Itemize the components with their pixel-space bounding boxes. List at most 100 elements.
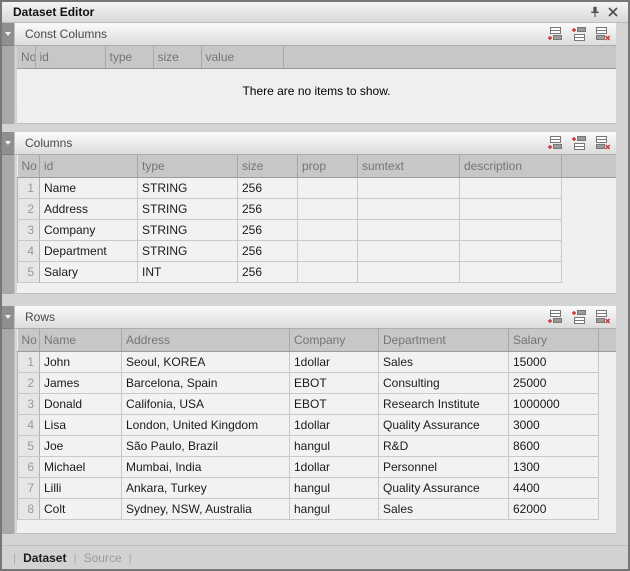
cell[interactable]: 8600 (509, 435, 599, 456)
column-header[interactable]: sumtext (358, 155, 460, 177)
cell[interactable] (358, 240, 460, 261)
cell[interactable]: Lisa (40, 414, 122, 435)
cell[interactable] (460, 198, 562, 219)
cell[interactable]: EBOT (290, 372, 379, 393)
cell[interactable] (298, 240, 358, 261)
tab-source[interactable]: Source (84, 551, 122, 565)
cell[interactable]: Seoul, KOREA (122, 351, 290, 372)
column-header[interactable]: Company (290, 329, 379, 351)
cell[interactable]: 256 (238, 177, 298, 198)
insert-row-button[interactable] (569, 135, 588, 152)
cell[interactable]: Personnel (379, 456, 509, 477)
cell[interactable]: Ankara, Turkey (122, 477, 290, 498)
cell[interactable]: John (40, 351, 122, 372)
cell[interactable]: Quality Assurance (379, 477, 509, 498)
cell[interactable]: Address (40, 198, 138, 219)
cell[interactable]: STRING (138, 240, 238, 261)
cell[interactable]: Salary (40, 261, 138, 282)
column-header[interactable]: Name (40, 329, 122, 351)
close-icon[interactable] (604, 4, 622, 20)
column-header[interactable]: size (153, 46, 201, 68)
cell[interactable]: Research Institute (379, 393, 509, 414)
row-number[interactable]: 7 (18, 477, 40, 498)
cell[interactable]: São Paulo, Brazil (122, 435, 290, 456)
cell[interactable]: hangul (290, 498, 379, 519)
cell[interactable]: 256 (238, 261, 298, 282)
cell[interactable]: R&D (379, 435, 509, 456)
column-header[interactable]: id (40, 155, 138, 177)
cell[interactable]: Michael (40, 456, 122, 477)
row-number[interactable]: 5 (18, 435, 40, 456)
delete-row-button[interactable] (593, 309, 612, 326)
cell[interactable] (298, 219, 358, 240)
column-header[interactable]: No (17, 46, 35, 68)
cell[interactable]: STRING (138, 198, 238, 219)
cell[interactable]: Colt (40, 498, 122, 519)
cell[interactable]: 62000 (509, 498, 599, 519)
cell[interactable]: Name (40, 177, 138, 198)
collapse-section-button[interactable] (2, 23, 14, 46)
delete-row-button[interactable] (593, 26, 612, 43)
cell[interactable]: 15000 (509, 351, 599, 372)
cell[interactable]: hangul (290, 435, 379, 456)
cell[interactable] (460, 240, 562, 261)
column-header[interactable]: Department (379, 329, 509, 351)
cell[interactable]: Company (40, 219, 138, 240)
collapse-section-button[interactable] (2, 132, 14, 155)
insert-row-button[interactable] (569, 309, 588, 326)
add-row-button[interactable] (545, 309, 564, 326)
cell[interactable]: Department (40, 240, 138, 261)
column-header[interactable]: No (18, 155, 40, 177)
cell[interactable]: 25000 (509, 372, 599, 393)
row-number[interactable]: 3 (18, 219, 40, 240)
row-number[interactable]: 6 (18, 456, 40, 477)
cell[interactable] (358, 261, 460, 282)
cell[interactable] (358, 219, 460, 240)
pin-icon[interactable] (586, 4, 604, 20)
add-row-button[interactable] (545, 26, 564, 43)
cell[interactable]: STRING (138, 177, 238, 198)
tab-dataset[interactable]: Dataset (23, 551, 66, 565)
column-header[interactable]: type (138, 155, 238, 177)
cell[interactable]: 1dollar (290, 456, 379, 477)
cell[interactable]: 256 (238, 240, 298, 261)
cell[interactable]: 1000000 (509, 393, 599, 414)
row-number[interactable]: 1 (18, 351, 40, 372)
row-number[interactable]: 2 (18, 372, 40, 393)
cell[interactable] (460, 219, 562, 240)
delete-row-button[interactable] (593, 135, 612, 152)
row-number[interactable]: 4 (18, 240, 40, 261)
cell[interactable]: James (40, 372, 122, 393)
column-header[interactable]: description (460, 155, 562, 177)
cell[interactable]: Califonia, USA (122, 393, 290, 414)
row-number[interactable]: 3 (18, 393, 40, 414)
column-header[interactable]: No (18, 329, 40, 351)
cell[interactable]: Donald (40, 393, 122, 414)
cell[interactable] (298, 261, 358, 282)
cell[interactable]: Joe (40, 435, 122, 456)
collapse-section-button[interactable] (2, 306, 14, 329)
cell[interactable]: Barcelona, Spain (122, 372, 290, 393)
cell[interactable]: 256 (238, 219, 298, 240)
cell[interactable]: London, United Kingdom (122, 414, 290, 435)
cell[interactable]: Lilli (40, 477, 122, 498)
cell[interactable]: EBOT (290, 393, 379, 414)
cell[interactable]: 256 (238, 198, 298, 219)
add-row-button[interactable] (545, 135, 564, 152)
column-header[interactable]: size (238, 155, 298, 177)
cell[interactable] (298, 177, 358, 198)
cell[interactable]: Mumbai, India (122, 456, 290, 477)
cell[interactable]: 1300 (509, 456, 599, 477)
cell[interactable]: Sales (379, 498, 509, 519)
cell[interactable]: 1dollar (290, 351, 379, 372)
cell[interactable]: Sydney, NSW, Australia (122, 498, 290, 519)
cell[interactable]: Sales (379, 351, 509, 372)
cell[interactable]: Quality Assurance (379, 414, 509, 435)
cell[interactable] (460, 261, 562, 282)
cell[interactable]: hangul (290, 477, 379, 498)
row-number[interactable]: 5 (18, 261, 40, 282)
column-header[interactable]: id (35, 46, 105, 68)
insert-row-button[interactable] (569, 26, 588, 43)
column-header[interactable]: type (105, 46, 153, 68)
cell[interactable]: 4400 (509, 477, 599, 498)
